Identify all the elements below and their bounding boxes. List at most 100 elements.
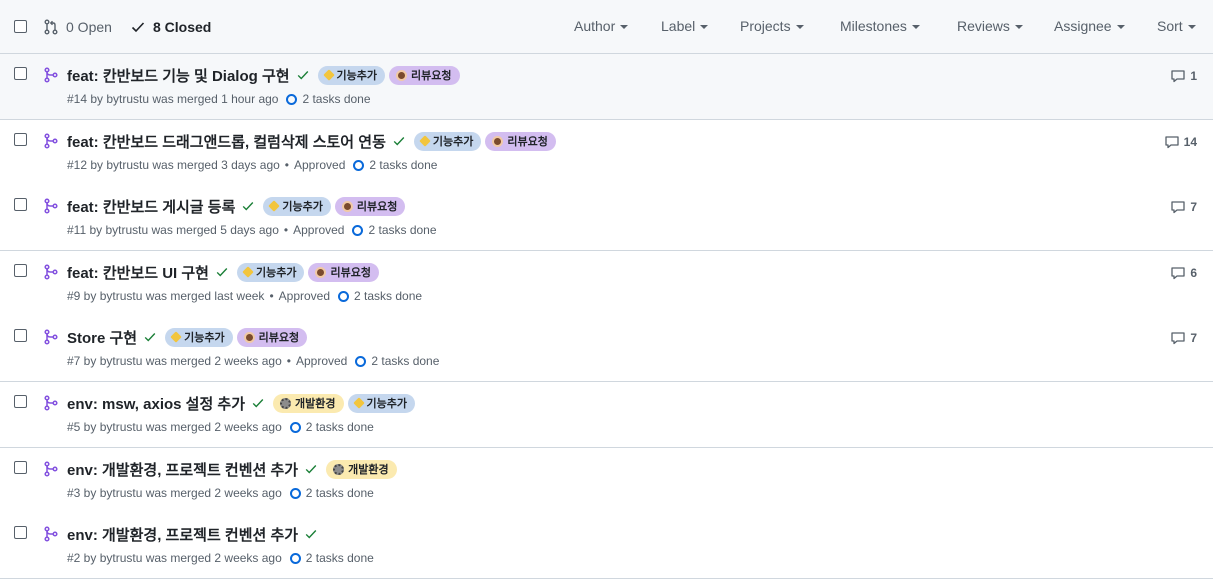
row-checkbox[interactable] [14, 198, 27, 211]
pull-request-row[interactable]: env: 개발환경, 프로젝트 컨벤션 추가 개발환경 #3 by bytrus… [0, 448, 1213, 514]
merged-icon [44, 526, 58, 542]
comment-count[interactable]: 7 [1170, 199, 1197, 215]
closed-filter[interactable]: 8 Closed [130, 17, 211, 37]
sort-filter[interactable]: Sort [1157, 18, 1196, 34]
label-text: 리뷰요청 [411, 70, 452, 82]
title-line: env: 개발환경, 프로젝트 컨벤션 추가 [67, 523, 322, 545]
pull-request-row[interactable]: env: 개발환경, 프로젝트 컨벤션 추가 #2 by bytrustu wa… [0, 513, 1213, 579]
task-progress-text: 2 tasks done [305, 551, 374, 565]
pull-request-info: #9 by bytrustu was merged last week [67, 289, 265, 303]
caret-down-icon [911, 24, 920, 29]
label-text: 기능추가 [184, 332, 225, 344]
pull-request-info: #2 by bytrustu was merged 2 weeks ago [67, 551, 282, 565]
label-feature[interactable]: 기능추가 [263, 196, 331, 216]
pull-request-title[interactable]: env: 개발환경, 프로젝트 컨벤션 추가 [67, 459, 298, 480]
checks-passed-icon[interactable] [304, 527, 318, 541]
separator-dot: • [269, 289, 274, 303]
label-text: 리뷰요청 [330, 267, 371, 279]
pull-request-meta: #14 by bytrustu was merged 1 hour ago 2 … [67, 92, 371, 106]
pull-request-meta: #9 by bytrustu was merged last week • App… [67, 289, 422, 303]
checks-passed-icon[interactable] [241, 199, 255, 213]
pull-request-title[interactable]: env: 개발환경, 프로젝트 컨벤션 추가 [67, 524, 298, 545]
label-review[interactable]: 리뷰요청 [236, 327, 308, 347]
row-checkbox[interactable] [14, 133, 27, 146]
pull-request-title[interactable]: feat: 칸반보드 UI 구현 [67, 262, 209, 283]
sparkles-icon [268, 200, 281, 212]
sparkles-icon [242, 266, 254, 278]
label-review[interactable]: 리뷰요청 [308, 262, 379, 282]
pull-request-meta: #11 by bytrustu was merged 5 days ago • A… [67, 223, 437, 237]
label-env[interactable]: 개발환경 [273, 393, 344, 413]
checks-passed-icon[interactable] [143, 330, 157, 344]
checks-passed-icon[interactable] [215, 265, 229, 279]
pull-request-title[interactable]: Store 구현 [67, 327, 137, 348]
checks-passed-icon[interactable] [392, 134, 406, 148]
row-checkbox[interactable] [14, 526, 27, 539]
projects-filter-label: Projects [740, 18, 791, 34]
review-status[interactable]: Approved [296, 354, 347, 368]
label-feature[interactable]: 기능추가 [236, 262, 305, 282]
label-review[interactable]: 리뷰요청 [389, 65, 460, 85]
assignee-filter[interactable]: Assignee [1054, 18, 1125, 34]
pull-request-meta: #7 by bytrustu was merged 2 weeks ago • A… [67, 354, 439, 368]
author-filter[interactable]: Author [574, 18, 629, 34]
comment-icon [1171, 267, 1185, 280]
label-filter[interactable]: Label [661, 18, 709, 34]
label-review[interactable]: 리뷰요청 [485, 131, 556, 151]
projects-filter[interactable]: Projects [740, 18, 804, 34]
task-progress-text: 2 tasks done [369, 158, 438, 172]
label-review[interactable]: 리뷰요청 [334, 196, 406, 216]
label-feature[interactable]: 기능추가 [413, 131, 482, 151]
label-feature[interactable]: 기능추가 [165, 327, 233, 347]
row-checkbox[interactable] [14, 67, 27, 80]
pull-request-row[interactable]: feat: 칸반보드 게시글 등록 기능추가 리뷰요청 #11 by bytrus… [0, 185, 1213, 251]
label-feature[interactable]: 기능추가 [347, 393, 415, 413]
comment-count-text: 1 [1190, 69, 1197, 83]
title-line: env: 개발환경, 프로젝트 컨벤션 추가 개발환경 [67, 458, 397, 480]
pull-request-row[interactable]: feat: 칸반보드 UI 구현 기능추가 리뷰요청 #9 by bytrustu… [0, 251, 1213, 317]
pull-request-row[interactable]: feat: 칸반보드 기능 및 Dialog 구현 기능추가 리뷰요청 #14 b… [0, 54, 1213, 120]
pull-request-row[interactable]: Store 구현 기능추가 리뷰요청 #7 by bytrustu was mer… [0, 316, 1213, 382]
comment-count[interactable]: 6 [1170, 265, 1197, 281]
pull-request-title[interactable]: env: msw, axios 설정 추가 [67, 393, 245, 414]
label-filter-label: Label [661, 18, 696, 34]
checks-passed-icon[interactable] [296, 68, 310, 82]
comment-count[interactable]: 1 [1170, 68, 1197, 84]
row-checkbox[interactable] [14, 461, 27, 474]
sparkles-icon [419, 135, 431, 147]
row-checkbox[interactable] [14, 395, 27, 408]
pull-request-row[interactable]: env: msw, axios 설정 추가 개발환경 기능추가 #5 by byt… [0, 382, 1213, 448]
person-icon [396, 69, 408, 81]
pull-request-meta: #5 by bytrustu was merged 2 weeks ago 2 … [67, 420, 374, 434]
pull-request-row[interactable]: feat: 칸반보드 드래그앤드롭, 컬럼삭제 스토어 연동 기능추가 리뷰요청 … [0, 120, 1213, 186]
row-checkbox[interactable] [14, 264, 27, 277]
row-checkbox[interactable] [14, 329, 27, 342]
label-feature[interactable]: 기능추가 [317, 65, 386, 85]
person-icon [243, 331, 255, 343]
task-progress-icon [355, 355, 367, 367]
checks-passed-icon[interactable] [251, 396, 265, 410]
checks-passed-icon[interactable] [304, 462, 318, 476]
review-status[interactable]: Approved [293, 223, 344, 237]
label-env[interactable]: 개발환경 [326, 459, 397, 479]
task-progress-text: 2 tasks done [354, 289, 423, 303]
open-count-label: 0 Open [66, 19, 112, 35]
select-all-checkbox[interactable] [14, 20, 27, 33]
reviews-filter[interactable]: Reviews [957, 18, 1023, 34]
label-text: 개발환경 [295, 398, 336, 410]
person-icon [341, 200, 353, 212]
pull-request-title[interactable]: feat: 칸반보드 게시글 등록 [67, 196, 235, 217]
merged-icon [44, 329, 58, 345]
milestones-filter[interactable]: Milestones [840, 18, 920, 34]
label-text: 리뷰요청 [356, 201, 398, 213]
comment-count[interactable]: 7 [1170, 330, 1197, 346]
task-progress-icon [289, 552, 301, 564]
pull-request-title[interactable]: feat: 칸반보드 드래그앤드롭, 컬럼삭제 스토어 연동 [67, 131, 386, 152]
pull-request-title[interactable]: feat: 칸반보드 기능 및 Dialog 구현 [67, 65, 290, 86]
comment-count[interactable]: 14 [1164, 134, 1197, 150]
review-status[interactable]: Approved [294, 158, 345, 172]
open-filter[interactable]: 0 Open [43, 17, 112, 37]
caret-down-icon [1116, 24, 1125, 29]
separator-dot: • [286, 354, 291, 368]
review-status[interactable]: Approved [279, 289, 330, 303]
